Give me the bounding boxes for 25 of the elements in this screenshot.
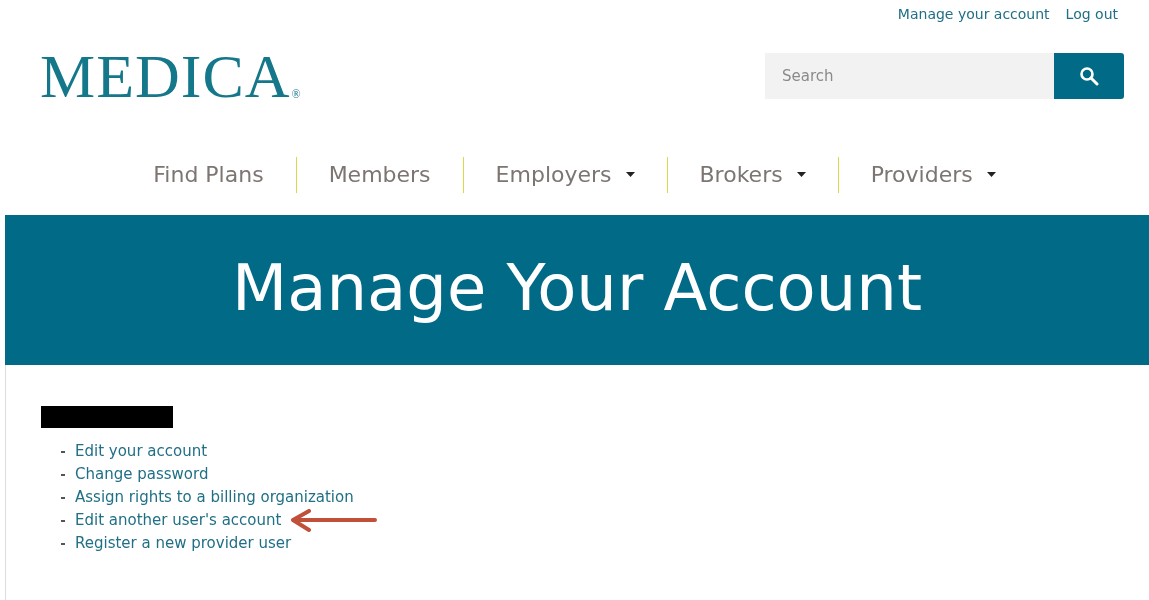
header-link[interactable]: Log out [1065,4,1118,24]
logo: MEDICA® [40,45,301,112]
nav-item[interactable]: Members [296,158,463,191]
bullet-icon [61,496,65,499]
bullet-icon [61,519,65,522]
account-link[interactable]: Edit your account [75,440,208,463]
account-link[interactable]: Assign rights to a billing organization [75,486,354,509]
header-link[interactable]: Manage your account [897,4,1050,24]
nav-item[interactable]: Brokers [667,158,838,191]
bullet-icon [61,542,65,545]
search-button[interactable] [1054,53,1124,99]
caret-icon [625,172,635,177]
caret-icon [986,172,996,177]
bullet-icon [61,450,65,453]
page-title: Manage Your Account [232,256,922,324]
caret-icon [796,172,806,177]
search-icon [1079,66,1099,86]
account-link[interactable]: Change password [75,463,209,486]
search-field[interactable]: Search [765,53,1054,99]
account-link[interactable]: Edit another user's account [75,509,282,532]
nav-item[interactable]: Employers [463,158,667,191]
nav-item[interactable]: Find Plans [121,158,296,191]
account-link[interactable]: Register a new provider user [75,532,292,555]
nav-item[interactable]: Providers [838,158,1028,191]
bullet-icon [61,473,65,476]
